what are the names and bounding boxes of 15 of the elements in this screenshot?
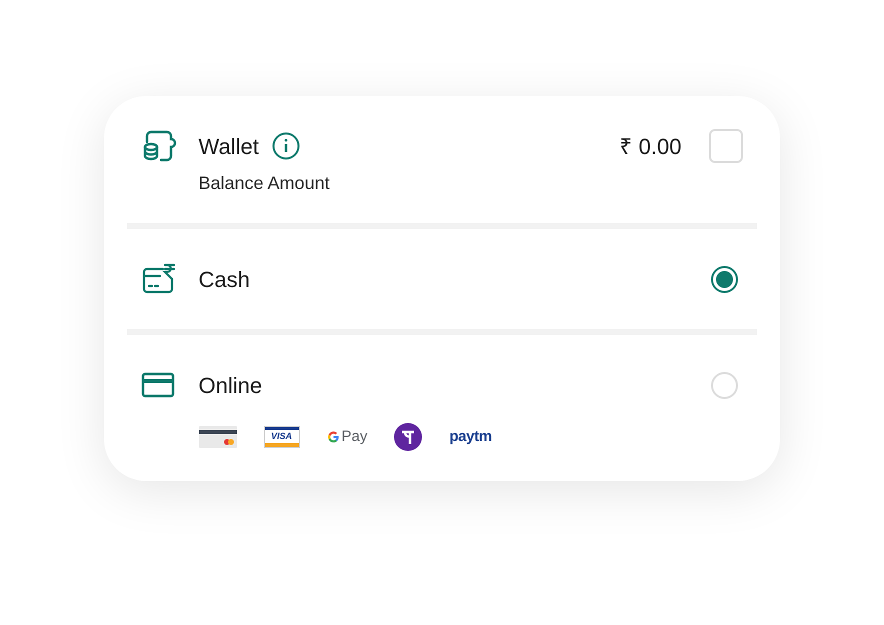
card-rupee-icon: [140, 263, 176, 295]
radio-button[interactable]: [710, 266, 738, 292]
visa-logo: VISA: [264, 426, 300, 448]
credit-card-icon: [140, 372, 174, 398]
option-label: Cash: [198, 266, 250, 294]
card-logo-icon: [198, 425, 236, 449]
balance-label: Balance Amount: [198, 172, 331, 195]
info-icon[interactable]: [272, 132, 300, 160]
gpay-logo: Pay: [326, 426, 368, 448]
wallet-amount: ₹ 0.00: [620, 132, 682, 160]
option-label: Wallet: [198, 132, 259, 160]
checkbox[interactable]: [708, 129, 742, 163]
paytm-logo: paytm: [449, 426, 492, 447]
option-label: Online: [198, 372, 262, 400]
phonepe-logo-icon: [394, 423, 422, 451]
